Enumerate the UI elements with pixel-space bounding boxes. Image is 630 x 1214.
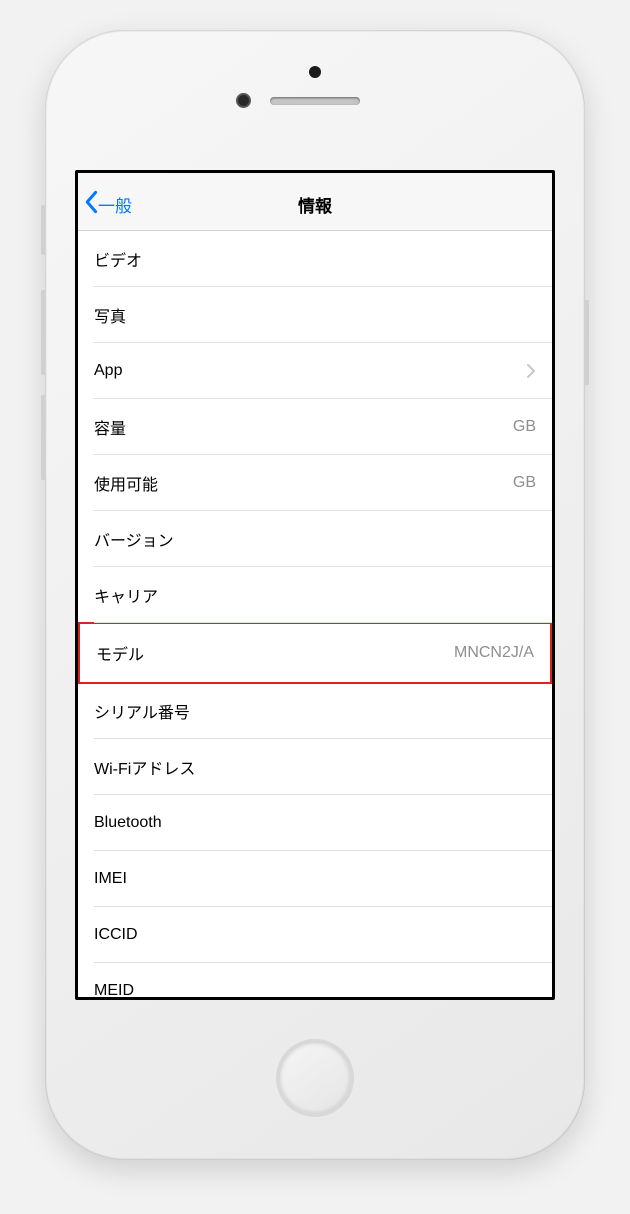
row-wifi[interactable]: Wi-Fiアドレス (78, 739, 552, 795)
row-model[interactable]: モデル MNCN2J/A (80, 624, 550, 682)
earpiece-speaker (270, 97, 360, 105)
front-camera (236, 93, 251, 108)
home-button[interactable] (276, 1039, 354, 1117)
row-iccid[interactable]: ICCID (78, 907, 552, 963)
phone-frame: 一般 情報 ビデオ 写真 App (45, 30, 585, 1160)
row-label: ビデオ (94, 247, 142, 271)
row-meid[interactable]: MEID (78, 963, 552, 1000)
chevron-left-icon (84, 190, 98, 219)
navbar: 一般 情報 (78, 173, 552, 231)
row-label: シリアル番号 (94, 699, 190, 723)
row-available[interactable]: 使用可能 GB (78, 455, 552, 511)
screen: 一般 情報 ビデオ 写真 App (75, 170, 555, 1000)
chevron-right-icon (526, 363, 536, 379)
row-carrier[interactable]: キャリア (78, 567, 552, 623)
volume-down-button (41, 395, 45, 480)
row-version[interactable]: バージョン (78, 511, 552, 567)
back-button[interactable]: 一般 (84, 190, 132, 219)
row-label: ICCID (94, 926, 138, 944)
navbar-title: 情報 (298, 192, 332, 217)
power-button (585, 300, 589, 385)
row-photos[interactable]: 写真 (78, 287, 552, 343)
row-label: MEID (94, 982, 134, 1000)
row-label: IMEI (94, 870, 127, 888)
highlight-annotation: モデル MNCN2J/A (78, 622, 552, 684)
row-value: GB (513, 418, 536, 436)
row-label: バージョン (94, 527, 174, 551)
row-serial[interactable]: シリアル番号 (78, 683, 552, 739)
row-value: GB (513, 474, 536, 492)
row-label: キャリア (94, 583, 158, 607)
row-label: モデル (96, 641, 144, 665)
row-label: 容量 (94, 415, 126, 439)
proximity-sensor (309, 66, 321, 78)
row-value: MNCN2J/A (454, 644, 534, 662)
row-capacity[interactable]: 容量 GB (78, 399, 552, 455)
row-imei[interactable]: IMEI (78, 851, 552, 907)
back-label: 一般 (98, 192, 132, 217)
row-app[interactable]: App (78, 343, 552, 399)
row-label: App (94, 362, 122, 380)
row-video[interactable]: ビデオ (78, 231, 552, 287)
row-label: Bluetooth (94, 814, 162, 832)
row-label: 写真 (94, 303, 126, 327)
settings-list: ビデオ 写真 App 容量 GB (78, 231, 552, 1000)
row-label: Wi-Fiアドレス (94, 755, 195, 779)
row-label: 使用可能 (94, 471, 158, 495)
row-bluetooth[interactable]: Bluetooth (78, 795, 552, 851)
